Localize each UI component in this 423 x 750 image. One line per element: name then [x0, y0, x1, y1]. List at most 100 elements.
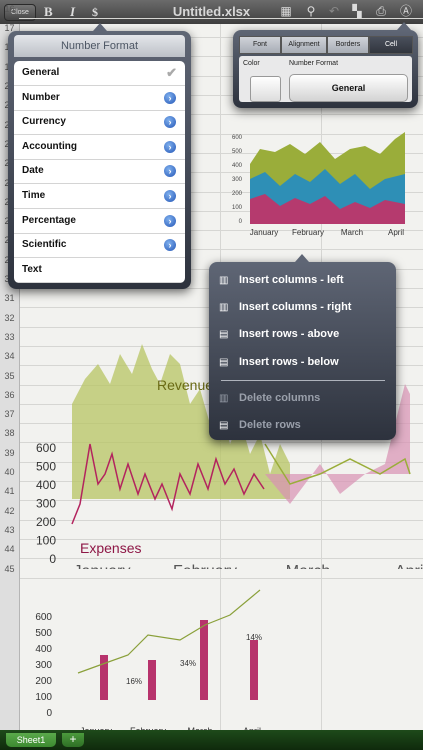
checkmark-icon: ✔	[166, 65, 177, 80]
format-label: Scientific	[22, 239, 67, 251]
insert-rows-below[interactable]: Insert rows - below	[239, 356, 339, 368]
area-y-tick: 0	[239, 219, 243, 225]
format-date[interactable]: Date ›	[14, 159, 185, 185]
format-label: Text	[22, 263, 42, 275]
tab-borders[interactable]: Borders	[327, 36, 369, 54]
format-label: Number	[22, 91, 60, 103]
small-y-tick: 600	[35, 612, 52, 623]
number-format-popover: Number Format General ✔ Number › Currency › Ac…	[8, 23, 191, 289]
row-number[interactable]: 36	[0, 390, 19, 400]
disclosure-icon[interactable]: ›	[164, 239, 176, 252]
search-icon[interactable]: ⚲	[303, 4, 319, 18]
delete-columns-icon: ▥	[219, 393, 229, 404]
row-number[interactable]: 32	[0, 313, 19, 323]
delete-rows-icon: ▤	[219, 420, 229, 431]
tab-alignment[interactable]: Alignment	[281, 36, 327, 54]
insert-rows-above[interactable]: Insert rows - above	[239, 328, 339, 340]
popover-title: Number Format	[14, 35, 185, 57]
main-x-tick: January	[74, 563, 131, 569]
area-y-tick: 300	[232, 177, 243, 183]
format-label: General	[22, 67, 60, 78]
insert-columns-right[interactable]: Insert columns - right	[239, 301, 351, 313]
disclosure-icon[interactable]: ›	[164, 214, 176, 227]
disclosure-icon[interactable]: ›	[164, 116, 176, 129]
pct-label-2: 34%	[180, 659, 196, 668]
format-text[interactable]: Text	[14, 258, 185, 283]
format-percentage[interactable]: Percentage ›	[14, 209, 185, 234]
undo-icon[interactable]: ↶	[326, 4, 342, 18]
bar-april	[250, 640, 258, 700]
popover-arrow	[397, 22, 411, 30]
insert-icon[interactable]: ▚	[349, 4, 365, 18]
delete-rows[interactable]: Delete rows	[239, 419, 301, 431]
main-y-tick: 500	[36, 460, 56, 474]
small-y-tick: 0	[46, 708, 52, 719]
format-accounting[interactable]: Accounting ›	[14, 135, 185, 160]
main-y-tick: 0	[49, 552, 56, 566]
row-number[interactable]: 43	[0, 525, 19, 535]
row-number[interactable]: 16	[0, 4, 19, 14]
area-y-tick: 100	[232, 205, 243, 211]
row-number[interactable]: 40	[0, 467, 19, 477]
format-icon[interactable]: Ⓐ	[398, 4, 414, 18]
menu-divider	[221, 380, 385, 381]
area-x-tick: April	[388, 228, 404, 237]
format-label: Date	[22, 165, 44, 177]
print-icon[interactable]: ⎙	[373, 4, 389, 18]
small-y-tick: 200	[35, 676, 52, 687]
popover-arrow	[295, 254, 309, 262]
format-time[interactable]: Time ›	[14, 184, 185, 209]
bar-march	[200, 620, 208, 700]
main-y-tick: 200	[36, 515, 56, 529]
color-label: Color	[243, 60, 260, 67]
row-number[interactable]: 31	[0, 293, 19, 303]
small-chart[interactable]: 6005004003002001000 16% 34% 14% JanuaryF…	[20, 580, 280, 730]
main-y-tick: 100	[36, 534, 56, 548]
pct-label-3: 14%	[246, 633, 262, 642]
format-label: Percentage	[22, 214, 76, 226]
area-x-tick: March	[341, 228, 363, 237]
color-swatch[interactable]	[250, 76, 281, 102]
top-toolbar: Close B I $⃞ Untitled.xlsx ▦ ⚲ ↶ ▚ ⎙ Ⓐ	[0, 0, 423, 25]
number-format-button[interactable]: General	[289, 74, 408, 102]
row-number[interactable]: 42	[0, 506, 19, 516]
row-number[interactable]: 39	[0, 448, 19, 458]
insert-columns-left[interactable]: Insert columns - left	[239, 274, 344, 286]
main-x-tick: February	[173, 563, 237, 569]
format-number[interactable]: Number ›	[14, 86, 185, 111]
disclosure-icon[interactable]: ›	[164, 140, 176, 153]
row-number[interactable]: 45	[0, 564, 19, 574]
add-sheet-button[interactable]: +	[62, 733, 84, 747]
table-icon[interactable]: ▦	[278, 4, 294, 18]
delete-columns: Delete columns	[239, 392, 321, 404]
row-number[interactable]: 44	[0, 544, 19, 554]
row-number[interactable]: 38	[0, 428, 19, 438]
grid-line	[19, 17, 423, 19]
row-number[interactable]: 34	[0, 351, 19, 361]
cell-panel: Color Number Format General	[239, 56, 412, 102]
main-x-tick: March	[286, 563, 330, 569]
small-y-tick: 300	[35, 660, 52, 671]
row-number[interactable]: 37	[0, 409, 19, 419]
area-x-tick: February	[292, 228, 324, 237]
tab-cell[interactable]: Cell	[369, 36, 413, 54]
row-number[interactable]: 33	[0, 332, 19, 342]
format-currency[interactable]: Currency ›	[14, 110, 185, 136]
area-y-tick: 400	[232, 163, 243, 169]
area-y-tick: 500	[232, 149, 243, 155]
format-general[interactable]: General ✔	[14, 61, 185, 86]
insert-menu-popover: ▥ Insert columns - left ▥ Insert columns…	[209, 254, 396, 440]
small-y-tick: 100	[35, 692, 52, 703]
format-label: Accounting	[22, 140, 77, 152]
row-number[interactable]: 41	[0, 486, 19, 496]
row-number[interactable]: 35	[0, 371, 19, 381]
pct-label-1: 16%	[126, 677, 142, 686]
tab-font[interactable]: Font	[239, 36, 281, 54]
disclosure-icon[interactable]: ›	[164, 190, 176, 202]
disclosure-icon[interactable]: ›	[164, 91, 176, 104]
format-scientific[interactable]: Scientific ›	[14, 233, 185, 259]
disclosure-icon[interactable]: ›	[164, 165, 176, 178]
area-chart[interactable]: 600 500 400 300 200 100 0 January February March…	[220, 124, 420, 239]
insert-rows-below-icon: ▤	[219, 357, 229, 368]
tab-sheet1[interactable]: Sheet1	[6, 733, 56, 747]
